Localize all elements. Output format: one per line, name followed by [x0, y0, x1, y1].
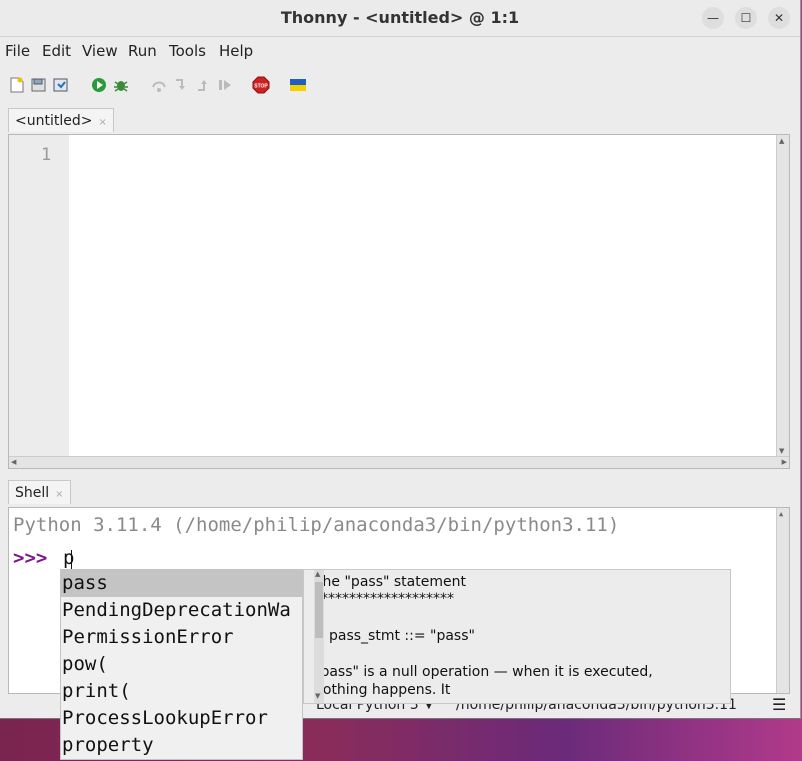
tab-shell[interactable]: Shell × [8, 480, 71, 504]
scroll-right-icon[interactable]: ▶ [782, 458, 787, 466]
scroll-down-icon[interactable]: ▼ [315, 692, 320, 700]
stop-icon[interactable]: STOP [252, 76, 270, 94]
scroll-up-icon[interactable]: ▲ [779, 510, 783, 518]
tab-shell-label: Shell [15, 485, 50, 501]
doc-scrollbar[interactable]: ▲ ▼ [314, 570, 324, 703]
completion-item[interactable]: property [61, 732, 302, 759]
shell-prompt: >>> [13, 547, 48, 569]
close-window-button[interactable]: ✕ [768, 7, 790, 29]
code-editor[interactable]: 1 ▲ ▼ ◀ ▶ [8, 134, 790, 469]
hamburger-menu-icon[interactable]: ☰ [772, 695, 786, 714]
autocomplete-list[interactable]: pass PendingDeprecationWa PermissionErro… [60, 569, 303, 760]
run-icon[interactable] [90, 76, 108, 94]
doc-body-line-2: nothing happens. It [314, 682, 451, 698]
completion-item[interactable]: PermissionError [61, 624, 302, 651]
save-file-icon[interactable] [52, 76, 70, 94]
completion-item[interactable]: PendingDeprecationWa [61, 597, 302, 624]
doc-heading: The "pass" statement [314, 574, 466, 590]
doc-underline: ******************** [314, 591, 454, 607]
tab-close-icon[interactable]: × [55, 489, 63, 500]
svg-text:STOP: STOP [254, 84, 268, 90]
shell-vertical-scrollbar[interactable]: ▲ [776, 508, 789, 693]
completion-item[interactable]: pass [61, 570, 302, 597]
completion-item[interactable]: print( [61, 678, 302, 705]
doc-body-line-1: "pass" is a null operation — when it is … [314, 664, 653, 680]
window-title: Thonny - <untitled> @ 1:1 [280, 8, 520, 27]
resume-icon[interactable] [216, 76, 234, 94]
step-over-icon[interactable] [150, 76, 168, 94]
menu-edit[interactable]: Edit [42, 42, 71, 60]
scroll-thumb[interactable] [315, 582, 323, 638]
menu-bar: File Edit View Run Tools Help [0, 38, 800, 64]
menu-tools[interactable]: Tools [169, 42, 206, 60]
maximize-button[interactable]: ☐ [735, 7, 757, 29]
tab-untitled-label: <untitled> [15, 113, 93, 129]
shell-input[interactable]: p [63, 547, 74, 569]
debug-icon[interactable] [112, 76, 130, 94]
scroll-left-icon[interactable]: ◀ [11, 458, 16, 466]
minimize-button[interactable]: — [702, 7, 724, 29]
menu-file[interactable]: File [5, 42, 30, 60]
scroll-down-icon[interactable]: ▼ [779, 447, 784, 455]
editor-horizontal-scrollbar[interactable]: ◀ ▶ [9, 456, 789, 468]
completion-doc-popup: The "pass" statement *******************… [303, 569, 731, 704]
completion-item[interactable]: ProcessLookupError [61, 705, 302, 732]
tab-close-icon[interactable]: × [98, 117, 106, 128]
open-file-icon[interactable] [30, 76, 48, 94]
line-number: 1 [41, 145, 52, 165]
step-into-icon[interactable] [172, 76, 190, 94]
toolbar: STOP [0, 72, 800, 100]
completion-item[interactable]: pow( [61, 651, 302, 678]
menu-help[interactable]: Help [219, 42, 253, 60]
scroll-up-icon[interactable]: ▲ [779, 137, 784, 145]
line-number-gutter: 1 [9, 135, 69, 457]
title-bar: Thonny - <untitled> @ 1:1 — ☐ ✕ [0, 0, 800, 37]
scroll-up-icon[interactable]: ▲ [315, 570, 320, 578]
editor-vertical-scrollbar[interactable]: ▲ ▼ [776, 135, 789, 457]
python-banner: Python 3.11.4 (/home/philip/anaconda3/bi… [13, 514, 620, 536]
tab-untitled[interactable]: <untitled> × [8, 108, 114, 132]
ukraine-flag-icon[interactable] [289, 76, 307, 94]
new-file-icon[interactable] [8, 76, 26, 94]
menu-run[interactable]: Run [128, 42, 157, 60]
step-out-icon[interactable] [194, 76, 212, 94]
doc-grammar: pass_stmt ::= "pass" [329, 628, 475, 644]
menu-view[interactable]: View [82, 42, 118, 60]
